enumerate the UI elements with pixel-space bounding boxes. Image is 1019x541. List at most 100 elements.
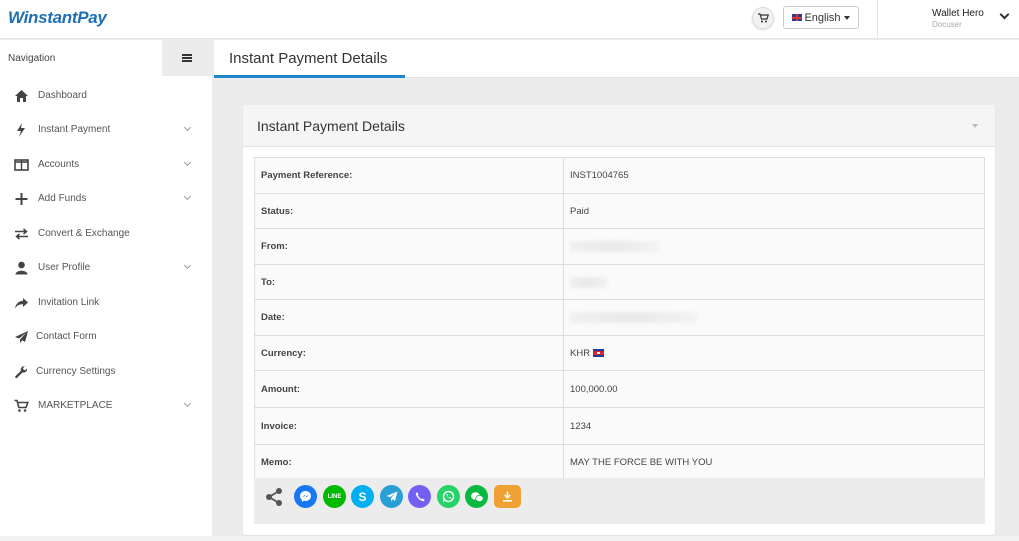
sidebar-item-label: Accounts: [38, 159, 80, 170]
user-role: Docuser: [932, 20, 962, 29]
detail-key: Invoice:: [255, 408, 564, 444]
chevron-down-icon[interactable]: [999, 9, 1010, 20]
detail-value-redacted: XXXXXXXXXXXXXX: [564, 229, 984, 264]
hamburger-icon: [182, 54, 192, 62]
chevron-down-icon: [183, 158, 192, 167]
divider: [877, 0, 878, 39]
detail-key: Currency:: [255, 336, 564, 370]
share-arrow-icon: [15, 298, 28, 309]
sidebar-item-add-funds[interactable]: Add Funds: [0, 184, 212, 214]
redacted-text: XXXXXXXXXXXXXXXXXXXX: [570, 312, 697, 323]
sidebar-item-currency-settings[interactable]: Currency Settings: [0, 357, 212, 387]
detail-key: To:: [255, 265, 564, 299]
sidebar-item-user-profile[interactable]: User Profile: [0, 253, 212, 283]
uk-flag-icon: [792, 14, 803, 21]
detail-value: KHR: [564, 336, 984, 370]
details-table: Payment Reference: INST1004765 Status: P…: [254, 157, 985, 480]
table-row: Status: Paid: [255, 194, 984, 229]
sidebar-item-label: Contact Form: [36, 331, 97, 342]
detail-key: Payment Reference:: [255, 158, 564, 193]
detail-value-redacted: XXXXXX: [564, 265, 984, 299]
language-label: English: [804, 11, 841, 24]
sidebar-item-dashboard[interactable]: Dashboard: [0, 81, 212, 111]
collapse-caret-icon[interactable]: [972, 124, 978, 128]
wechat-icon[interactable]: [465, 485, 488, 508]
page-footer-strip: [0, 536, 1019, 541]
sidebar-item-label: Instant Payment: [38, 124, 111, 135]
table-row: Payment Reference: INST1004765: [255, 158, 984, 194]
sidebar-item-contact-form[interactable]: Contact Form: [0, 322, 212, 352]
sidebar-item-accounts[interactable]: Accounts: [0, 150, 212, 180]
sidebar-item-label: MARKETPLACE: [38, 400, 113, 411]
paper-plane-icon: [15, 331, 28, 343]
sidebar-item-label: Convert & Exchange: [38, 228, 130, 239]
sidebar-item-invitation-link[interactable]: Invitation Link: [0, 288, 212, 318]
detail-value: MAY THE FORCE BE WITH YOU: [570, 456, 713, 468]
panel-header[interactable]: Instant Payment Details: [243, 105, 995, 147]
viber-icon[interactable]: [408, 485, 431, 508]
panel-title: Instant Payment Details: [257, 118, 405, 134]
table-row: Amount: 100,000.00: [255, 371, 984, 408]
table-row: Date: XXXXXXXXXXXXXXXXXXXX: [255, 300, 984, 336]
detail-value: 1234: [570, 420, 592, 432]
detail-key: Memo:: [255, 445, 564, 479]
wrench-icon: [15, 366, 28, 379]
table-row: Memo: MAY THE FORCE BE WITH YOU: [255, 445, 984, 479]
redacted-text: XXXXXXXXXXXXXX: [570, 241, 659, 252]
page-header: Instant Payment Details: [214, 40, 1019, 78]
chevron-down-icon: [183, 261, 192, 270]
skype-icon[interactable]: S: [351, 485, 374, 508]
table-row: Invoice: 1234: [255, 408, 984, 445]
table-row: Currency: KHR: [255, 336, 984, 371]
detail-key: Amount:: [255, 371, 564, 407]
bolt-icon: [17, 123, 25, 137]
sidebar-item-instant-payment[interactable]: Instant Payment: [0, 115, 212, 145]
detail-value: 100,000.00: [570, 383, 618, 395]
share-icon[interactable]: [262, 485, 285, 508]
plus-icon: [15, 193, 28, 205]
detail-value-redacted: XXXXXXXXXXXXXXXXXXXX: [564, 300, 984, 335]
download-icon[interactable]: [494, 485, 521, 508]
home-icon: [15, 90, 28, 102]
sidebar-item-label: Dashboard: [38, 90, 87, 101]
line-icon[interactable]: LINE: [323, 485, 346, 508]
language-dropdown[interactable]: English: [783, 6, 859, 29]
telegram-icon[interactable]: [380, 485, 403, 508]
sidebar-item-convert-exchange[interactable]: Convert & Exchange: [0, 219, 212, 249]
user-name[interactable]: Wallet Hero: [932, 8, 984, 19]
cart-icon: [14, 399, 29, 412]
caret-down-icon: [843, 15, 850, 20]
sidebar-title: Navigation: [8, 53, 56, 64]
table-row: To: XXXXXX: [255, 265, 984, 300]
messenger-icon[interactable]: [294, 485, 317, 508]
table-row: From: XXXXXXXXXXXXXX: [255, 229, 984, 265]
chevron-down-icon: [183, 192, 192, 201]
cart-icon: [757, 13, 769, 23]
app-logo[interactable]: WinstantPay: [8, 8, 107, 28]
exchange-icon: [15, 228, 28, 240]
sidebar: Navigation Dashboard Instant Payment Acc…: [0, 40, 212, 541]
details-panel: Instant Payment Details Payment Referenc…: [243, 105, 995, 535]
detail-key: From:: [255, 229, 564, 264]
top-bar: WinstantPay English Wallet Hero Docuser: [0, 0, 1019, 39]
detail-key: Date:: [255, 300, 564, 335]
user-icon: [15, 261, 28, 275]
currency-code: KHR: [570, 347, 591, 359]
sidebar-item-marketplace[interactable]: MARKETPLACE: [0, 391, 212, 421]
sidebar-item-label: Add Funds: [38, 193, 87, 204]
cart-button[interactable]: [752, 7, 774, 29]
sidebar-toggle-button[interactable]: [162, 40, 212, 76]
detail-value: Paid: [570, 205, 590, 217]
sidebar-item-label: Currency Settings: [36, 366, 116, 377]
redacted-text: XXXXXX: [570, 276, 609, 288]
whatsapp-icon[interactable]: [437, 485, 460, 508]
detail-value: INST1004765: [570, 170, 629, 181]
sidebar-header: Navigation: [0, 40, 212, 76]
cambodia-flag-icon: [593, 349, 605, 357]
chevron-down-icon: [183, 399, 192, 408]
share-bar: LINE S: [254, 478, 985, 524]
detail-key: Status:: [255, 194, 564, 228]
page-title: Instant Payment Details: [229, 50, 388, 67]
sidebar-item-label: User Profile: [38, 262, 91, 273]
chevron-down-icon: [183, 123, 192, 132]
